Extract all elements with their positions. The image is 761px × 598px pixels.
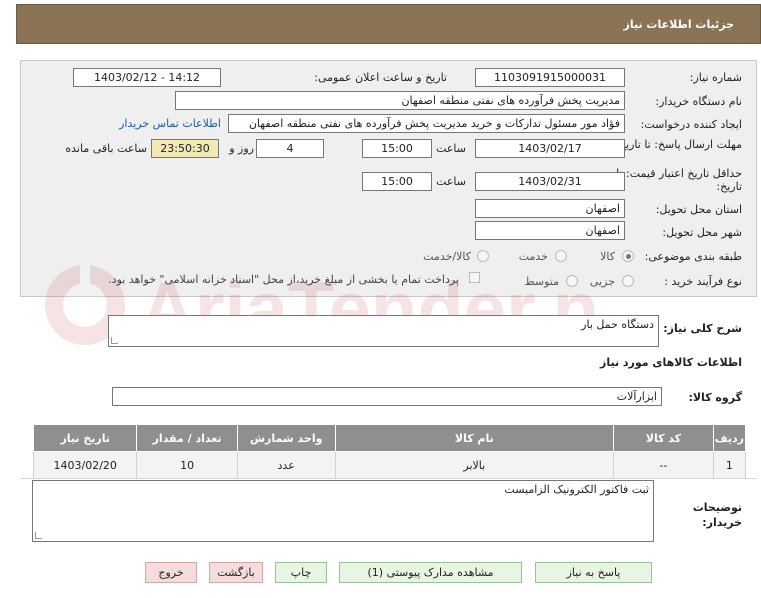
category-radio-service[interactable] xyxy=(555,250,567,262)
process-option-minor: جزیی xyxy=(589,275,615,288)
buyer-notes-field: ثبت فاکتور الکترونیک الزامیست xyxy=(32,480,654,542)
category-label: طبقه بندی موضوعی: xyxy=(644,250,742,263)
city-label: شهر محل تحویل: xyxy=(662,226,742,239)
items-table: ردیف کد کالا نام کالا واحد شمارش تعداد /… xyxy=(32,424,747,479)
category-option-goods: کالا xyxy=(600,250,615,263)
print-button[interactable]: چاپ xyxy=(275,562,327,583)
col-header-need-date: تاریخ نیاز xyxy=(32,424,138,452)
announce-datetime-field: 1403/02/12 - 14:12 xyxy=(73,68,221,87)
col-header-name: نام کالا xyxy=(334,424,615,452)
validity-time-label: ساعت xyxy=(436,175,466,188)
table-header-row: ردیف کد کالا نام کالا واحد شمارش تعداد /… xyxy=(32,424,747,452)
treasury-payment-note: پرداخت تمام یا بخشی از مبلغ خرید،از محل … xyxy=(108,273,459,286)
validity-date-field: 1403/02/31 xyxy=(475,172,625,191)
page-header: جزئیات اطلاعات نیاز xyxy=(16,4,761,44)
buyer-contact-link[interactable]: اطلاعات تماس خریدار xyxy=(119,117,221,130)
process-type-label: نوع فرآیند خرید : xyxy=(664,275,742,288)
cell-quantity: 10 xyxy=(136,451,238,479)
buyer-org-label: نام دستگاه خریدار: xyxy=(655,95,742,108)
summary-label: شرح کلی نیاز: xyxy=(663,322,742,335)
days-and-label: روز و xyxy=(229,142,254,155)
col-header-quantity: تعداد / مقدار xyxy=(136,424,238,452)
remaining-time-field: 23:50:30 xyxy=(151,139,219,158)
exit-button[interactable]: خروج xyxy=(145,562,197,583)
reply-date-field: 1403/02/17 xyxy=(475,139,625,158)
reply-time-field: 15:00 xyxy=(362,139,432,158)
category-option-goods-service: کالا/خدمت xyxy=(423,250,471,263)
category-radio-goods-service[interactable] xyxy=(477,250,489,262)
goods-info-title: اطلاعات کالاهای مورد نیاز xyxy=(600,356,742,369)
province-label: استان محل تحویل: xyxy=(655,203,742,216)
province-field: اصفهان xyxy=(475,199,625,218)
process-option-medium: متوسط xyxy=(524,275,559,288)
col-header-row-number: ردیف xyxy=(712,424,747,452)
need-number-label: شماره نیاز: xyxy=(689,71,742,84)
treasury-payment-checkbox[interactable] xyxy=(469,272,480,283)
back-button[interactable]: بازگشت xyxy=(209,562,263,583)
process-radio-medium[interactable] xyxy=(566,275,578,287)
cell-unit: عدد xyxy=(236,451,336,479)
table-row: 1 -- بالابر عدد 10 1403/02/20 xyxy=(32,451,747,479)
requester-label: ایجاد کننده درخواست: xyxy=(640,118,742,131)
cell-need-date: 1403/02/20 xyxy=(32,451,138,479)
summary-field: دستگاه حمل بار xyxy=(108,315,659,347)
col-header-unit: واحد شمارش xyxy=(236,424,336,452)
cell-code: -- xyxy=(613,451,714,479)
cell-row-number: 1 xyxy=(712,451,747,479)
category-option-service: خدمت xyxy=(518,250,548,263)
buyer-notes-label: توضیحات خریدار: xyxy=(692,501,742,529)
need-number-field: 1103091915000031 xyxy=(475,68,625,87)
goods-group-field: ابزارآلات xyxy=(112,387,662,406)
validity-time-field: 15:00 xyxy=(362,172,432,191)
cell-name: بالابر xyxy=(334,451,615,479)
requester-field: فؤاد مور مسئول تدارکات و خرید مدیریت پخش… xyxy=(228,114,625,133)
goods-group-label: گروه کالا: xyxy=(688,391,742,404)
col-header-code: کد کالا xyxy=(613,424,714,452)
divider xyxy=(20,478,757,479)
remaining-time-label: ساعت باقی مانده xyxy=(65,142,147,155)
days-remaining-field: 4 xyxy=(256,139,324,158)
category-radio-goods[interactable] xyxy=(622,250,634,262)
announce-label: تاریخ و ساعت اعلان عمومی: xyxy=(314,71,447,84)
process-radio-minor[interactable] xyxy=(622,275,634,287)
city-field: اصفهان xyxy=(475,221,625,240)
buyer-org-field: مدیریت پخش فرآورده های نفتی منطقه اصفهان xyxy=(175,91,625,110)
reply-time-label: ساعت xyxy=(436,142,466,155)
reply-button[interactable]: پاسخ به نیاز xyxy=(535,562,652,583)
view-attachments-button[interactable]: مشاهده مدارک پیوستی (1) xyxy=(339,562,522,583)
page-title: جزئیات اطلاعات نیاز xyxy=(623,18,735,31)
